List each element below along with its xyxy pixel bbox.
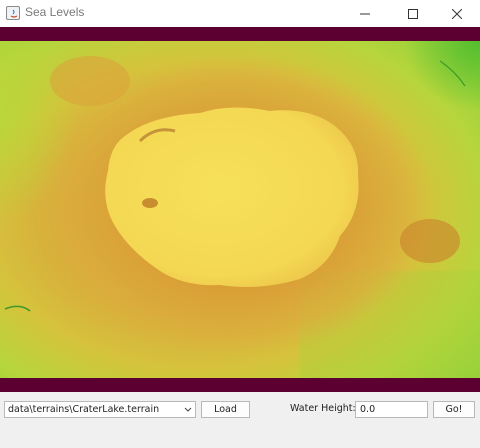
close-button[interactable] (434, 0, 480, 27)
terrain-file-combobox[interactable]: data\terrains\CraterLake.terrain (4, 401, 196, 418)
go-button[interactable]: Go! (433, 401, 475, 418)
water-height-label: Water Height: (290, 403, 356, 414)
sea-levels-window: Sea Levels data\terrains\CraterLake.terr… (0, 0, 480, 448)
java-app-icon (6, 6, 20, 20)
water-height-value: 0.0 (360, 404, 376, 415)
water-height-input[interactable]: 0.0 (355, 401, 428, 418)
terrain-file-value: data\terrains\CraterLake.terrain (8, 404, 160, 415)
minimize-icon (360, 13, 370, 14)
controls-bar: data\terrains\CraterLake.terrain Load Wa… (0, 392, 480, 448)
terrain-panel (0, 27, 480, 392)
maximize-icon (408, 8, 418, 19)
minimize-button[interactable] (342, 0, 388, 27)
title-bar[interactable]: Sea Levels (0, 0, 480, 27)
maximize-button[interactable] (390, 0, 436, 27)
chevron-down-icon (184, 407, 192, 412)
close-icon (452, 8, 462, 19)
terrain-heightmap[interactable] (0, 41, 480, 378)
window-title: Sea Levels (25, 5, 85, 19)
load-button[interactable]: Load (201, 401, 250, 418)
